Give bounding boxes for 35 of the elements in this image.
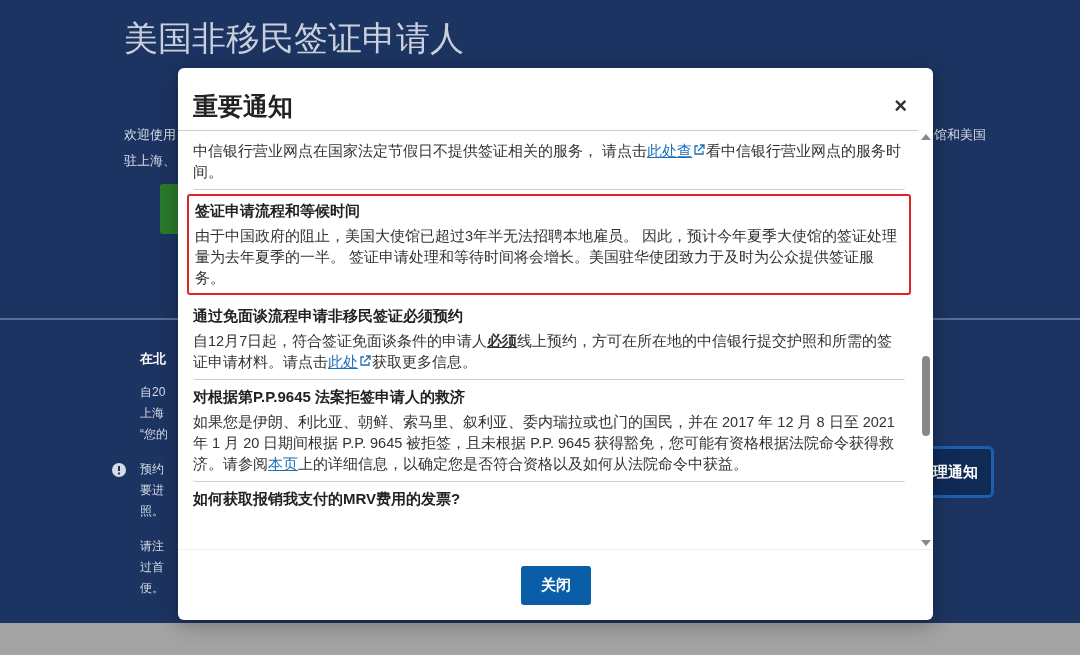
intro-text: 驻上海、 — [124, 152, 177, 170]
notice-text: 自12月7日起，符合签证免面谈条件的申请人必须线上预约，方可在所在地的中信银行提交护照和所需的签证申请材料。请点击此处 获取更多信息。 — [193, 332, 894, 372]
notice-text: 预约 — [140, 461, 165, 478]
notice-text: 照。 — [140, 503, 165, 520]
notice-text: “您的 — [140, 426, 169, 443]
scroll-up-icon[interactable] — [921, 133, 931, 141]
page-title: 美国非移民签证申请人 — [123, 19, 465, 59]
notice-title: 如何获取报销我支付的MRV费用的发票? — [193, 489, 462, 509]
notice-text: 中信银行营业网点在国家法定节假日不提供签证相关的服务， 请点击此处查 看中信银行营业网点的服务时间。 — [193, 142, 903, 182]
scroll-down-icon[interactable] — [921, 539, 931, 547]
scrollbar-thumb[interactable] — [922, 356, 930, 436]
link[interactable]: 此处 — [328, 354, 358, 370]
notice-text: 由于中国政府的阻止，美国大使馆已超过3年半无法招聘本地雇员。 因此，预计今年夏季大使馆的签证处理量为去年夏季的一半。 签证申请处理和等待时间将会增长。美国驻华使团致力于及时为公众提供签证服务。 — [195, 227, 899, 288]
notice-text: 要进 — [140, 482, 165, 499]
link[interactable]: 此处查 — [647, 143, 693, 159]
notice-text: 便。 — [140, 580, 165, 597]
close-button[interactable]: 关闭 — [520, 565, 591, 605]
section-heading: 在北 — [140, 350, 167, 368]
intro-text: 馆和美国 — [934, 126, 987, 144]
notice-title: 签证申请流程和等候时间 — [195, 201, 361, 221]
close-button[interactable]: × — [888, 93, 913, 119]
info-icon — [112, 463, 126, 477]
external-link-icon — [359, 355, 371, 367]
link[interactable]: 本页 — [268, 456, 298, 472]
notice-title: 通过免面谈流程申请非移民签证必须预约 — [193, 306, 464, 326]
notice-text: 过首 — [140, 559, 165, 576]
notice-button[interactable]: 理通知 — [933, 446, 994, 498]
notice-text: 请注 — [140, 538, 165, 555]
external-link-icon — [693, 144, 706, 156]
dialog-title: 重要通知 — [193, 91, 293, 122]
intro-text: 欢迎使用 — [124, 126, 177, 144]
notice-title: 对根据第P.P.9645 法案拒签申请人的救济 — [193, 387, 466, 407]
notice-text: 如果您是伊朗、利比亚、朝鲜、索马里、叙利亚、委内瑞拉或也门的国民，并在 2017 年 12 月 8 日至 2021 年 1 月 20 日期间根据 P.P. 9645 被拒签，且未根据 P.P. 9645 获得豁免，您可能有资格根据法院命令获得救济。请参阅本页上的详细信息，以确定您是否符合资格以及如何从法院命令中获益。 — [193, 413, 896, 474]
notice-text: 自20 — [140, 384, 167, 401]
notice-text: 上海 — [140, 405, 165, 422]
